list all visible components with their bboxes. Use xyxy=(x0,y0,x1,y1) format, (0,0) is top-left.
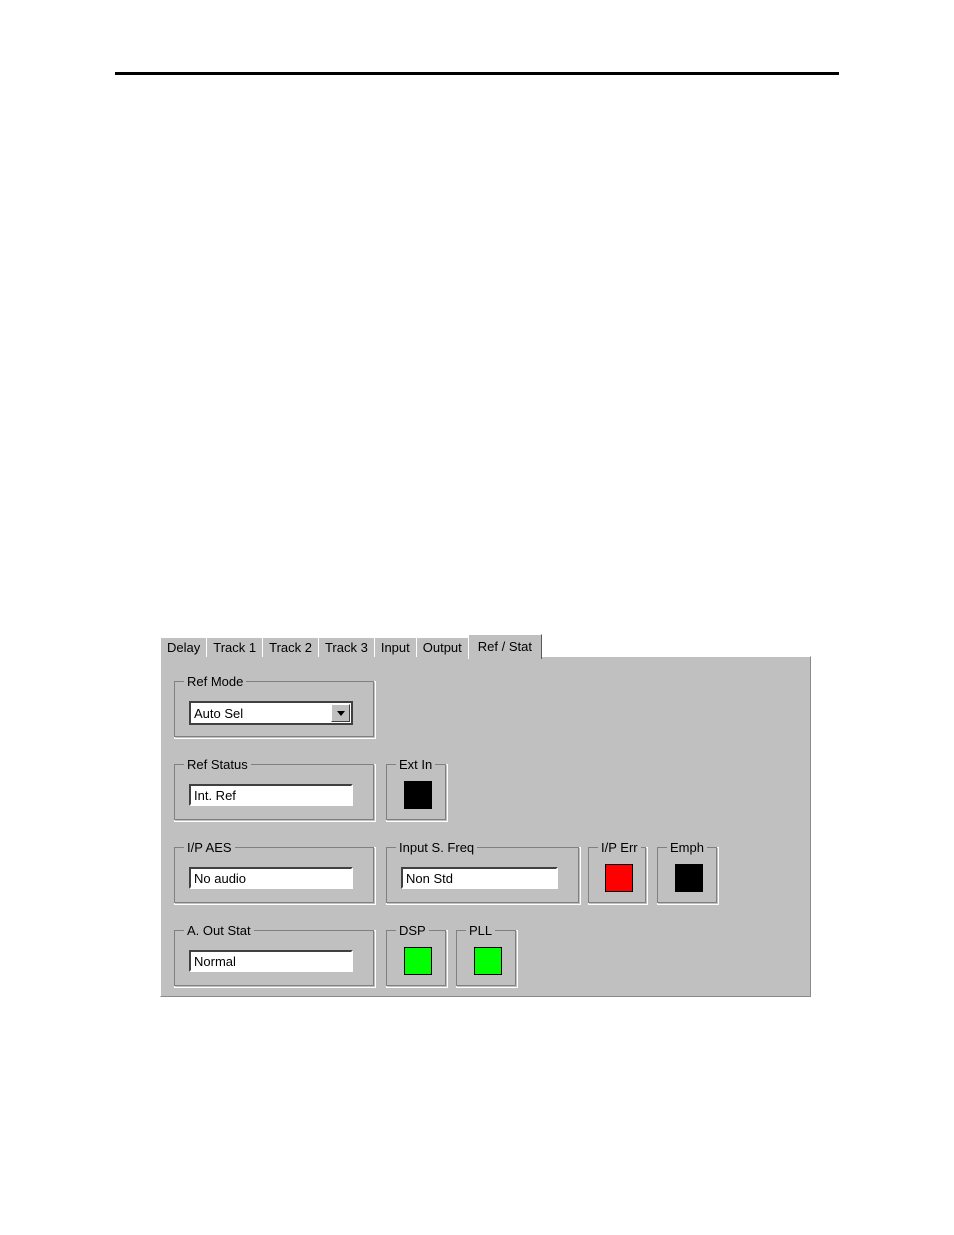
input-s-freq-value: Non Std xyxy=(401,867,558,889)
group-ref-mode-label: Ref Mode xyxy=(184,674,247,689)
tab-strip: Delay Track 1 Track 2 Track 3 Input Outp… xyxy=(160,633,542,659)
tab-track-2-label: Track 2 xyxy=(269,640,312,655)
ip-aes-value: No audio xyxy=(189,867,353,889)
ext-in-led xyxy=(404,781,432,809)
a-out-stat-value: Normal xyxy=(189,950,353,972)
group-pll: PLL xyxy=(456,923,518,988)
ref-mode-combobox-value: Auto Sel xyxy=(194,705,244,721)
group-emph: Emph xyxy=(657,840,719,905)
group-input-s-freq-label: Input S. Freq xyxy=(396,840,478,855)
ref-stat-dialog: Delay Track 1 Track 2 Track 3 Input Outp… xyxy=(160,633,811,997)
tab-ref-stat-label: Ref / Stat xyxy=(477,639,532,654)
tab-output-label: Output xyxy=(422,640,462,655)
group-ip-err: I/P Err xyxy=(588,840,648,905)
pll-led xyxy=(474,947,502,975)
group-pll-label: PLL xyxy=(466,923,496,938)
tab-track-2[interactable]: Track 2 xyxy=(262,637,319,657)
group-ref-mode: Ref Mode Auto Sel xyxy=(174,674,376,739)
tab-output[interactable]: Output xyxy=(415,637,469,657)
tab-track-3[interactable]: Track 3 xyxy=(317,637,375,657)
ref-status-value: Int. Ref xyxy=(189,784,353,806)
tab-input-label: Input xyxy=(380,640,410,655)
chevron-down-icon[interactable] xyxy=(331,704,350,722)
group-ref-status: Ref Status Int. Ref xyxy=(174,757,376,822)
group-ext-in-label: Ext In xyxy=(396,757,436,772)
group-a-out-stat-label: A. Out Stat xyxy=(184,923,254,938)
group-input-s-freq: Input S. Freq Non Std xyxy=(386,840,581,905)
tab-delay-label: Delay xyxy=(167,640,201,655)
group-ext-in: Ext In xyxy=(386,757,448,822)
group-dsp: DSP xyxy=(386,923,448,988)
group-a-out-stat: A. Out Stat Normal xyxy=(174,923,376,988)
tab-track-1-label: Track 1 xyxy=(213,640,257,655)
group-ref-status-label: Ref Status xyxy=(184,757,251,772)
group-ip-aes-label: I/P AES xyxy=(184,840,235,855)
page-header-rule xyxy=(115,72,839,75)
tab-track-3-label: Track 3 xyxy=(324,640,368,655)
tab-delay[interactable]: Delay xyxy=(160,637,208,657)
tab-ref-stat[interactable]: Ref / Stat xyxy=(467,634,542,659)
ref-stat-panel: Ref Mode Auto Sel Ref Status Int. Ref Ex… xyxy=(160,656,811,997)
dsp-led xyxy=(404,947,432,975)
group-ip-err-label: I/P Err xyxy=(598,840,641,855)
tab-input[interactable]: Input xyxy=(373,637,417,657)
ref-mode-combobox[interactable]: Auto Sel xyxy=(189,701,353,725)
ip-err-led xyxy=(605,864,633,892)
group-emph-label: Emph xyxy=(667,840,707,855)
group-ip-aes: I/P AES No audio xyxy=(174,840,376,905)
emph-led xyxy=(675,864,703,892)
group-dsp-label: DSP xyxy=(396,923,429,938)
tab-track-1[interactable]: Track 1 xyxy=(206,637,264,657)
